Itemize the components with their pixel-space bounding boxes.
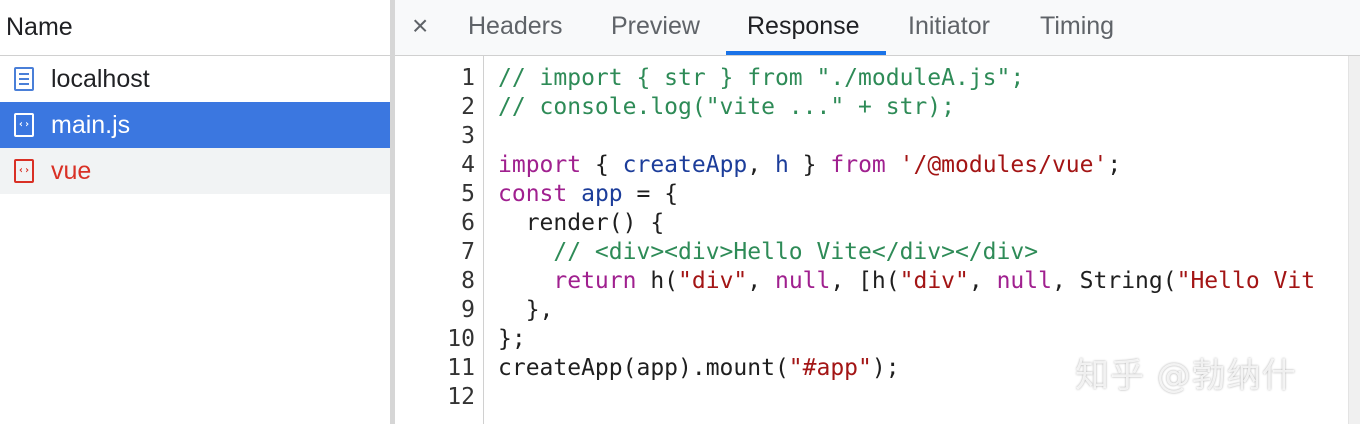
code-line: // import { str } from "./moduleA.js"; (498, 64, 1024, 93)
request-item-main-js[interactable]: ‹› main.js (0, 102, 390, 148)
code-token: h( (636, 268, 679, 294)
code-token: ); (871, 355, 900, 381)
line-number: 11 (447, 355, 475, 381)
line-number: 1 (461, 65, 475, 91)
line-number: 3 (461, 123, 475, 149)
code-line: // <div><div>Hello Vite</div></div> (498, 238, 1038, 267)
code-token: , [h( (830, 268, 900, 294)
line-number: 8 (461, 268, 475, 294)
line-number: 5 (461, 181, 475, 207)
request-name: localhost (51, 64, 150, 93)
request-list-panel: Name localhost ‹› main.js ‹› vue (0, 0, 390, 424)
code-token: { (581, 152, 623, 178)
code-token: return (553, 268, 637, 294)
code-token: import (498, 152, 582, 178)
tab-timing[interactable]: Timing (1040, 12, 1114, 40)
code-token: createApp(app).mount( (498, 355, 789, 381)
vertical-scrollbar[interactable] (1348, 56, 1360, 424)
line-number: 12 (447, 384, 475, 410)
request-name: main.js (51, 110, 131, 139)
code-line: const app = { (498, 180, 678, 209)
line-number: 7 (461, 239, 475, 265)
code-token: , (747, 268, 775, 294)
code-token: ; (1107, 152, 1122, 178)
code-token: , (747, 152, 775, 178)
watermark: 知乎 @勃纳什 (1075, 356, 1297, 396)
close-icon[interactable]: × (412, 12, 428, 40)
request-name: vue (51, 156, 92, 185)
line-number: 10 (447, 326, 475, 352)
line-number: 9 (461, 297, 475, 323)
code-token: createApp (622, 152, 748, 178)
code-token: const (498, 181, 568, 207)
code-token: null (996, 268, 1052, 294)
code-line: }; (498, 325, 526, 354)
line-number: 6 (461, 210, 475, 236)
code-token: , (968, 268, 997, 294)
code-token: app (581, 181, 623, 207)
line-number: 4 (461, 152, 475, 178)
script-icon: ‹› (14, 159, 34, 183)
script-icon: ‹› (14, 113, 34, 137)
code-line: createApp(app).mount("#app"); (498, 354, 900, 383)
code-token: '/@modules/vue' (899, 152, 1108, 178)
code-line: // console.log("vite ..." + str); (498, 93, 955, 122)
code-token: // <div><div>Hello Vite</div></div> (498, 239, 1039, 265)
code-line: render() { (498, 209, 664, 238)
tab-headers[interactable]: Headers (468, 12, 563, 40)
code-line: import { createApp, h } from '/@modules/… (498, 151, 1121, 180)
request-item-vue[interactable]: ‹› vue (0, 148, 390, 194)
code-token: h (774, 152, 789, 178)
line-number: 2 (461, 94, 475, 120)
code-token: // import { str } from "./moduleA.js"; (498, 65, 1025, 91)
code-token: "div" (899, 268, 969, 294)
details-tab-bar: × Headers Preview Response Initiator Tim… (395, 0, 1360, 56)
code-line: return h("div", null, [h("div", null, St… (498, 267, 1315, 296)
code-token: , String( (1051, 268, 1177, 294)
code-token: from (830, 152, 886, 178)
tab-preview[interactable]: Preview (611, 12, 700, 40)
code-token: render() { (498, 210, 665, 236)
tab-response[interactable]: Response (747, 12, 860, 40)
line-number-gutter: 1 2 3 4 5 6 7 8 9 10 11 12 (395, 56, 484, 424)
document-icon (14, 67, 34, 91)
code-token: }; (498, 326, 526, 352)
tab-initiator[interactable]: Initiator (908, 12, 990, 40)
code-line: }, (498, 296, 554, 325)
name-column-header[interactable]: Name (0, 0, 390, 56)
code-token: null (774, 268, 831, 294)
code-token: = { (622, 181, 679, 207)
request-item-localhost[interactable]: localhost (0, 56, 390, 102)
code-token: "Hello Vit (1176, 268, 1316, 294)
code-token: // console.log("vite ..." + str); (498, 94, 955, 120)
code-token: }, (498, 297, 554, 323)
code-token: "#app" (788, 355, 872, 381)
code-token: } (788, 152, 831, 178)
code-token: "div" (678, 268, 748, 294)
active-tab-indicator (726, 51, 886, 55)
